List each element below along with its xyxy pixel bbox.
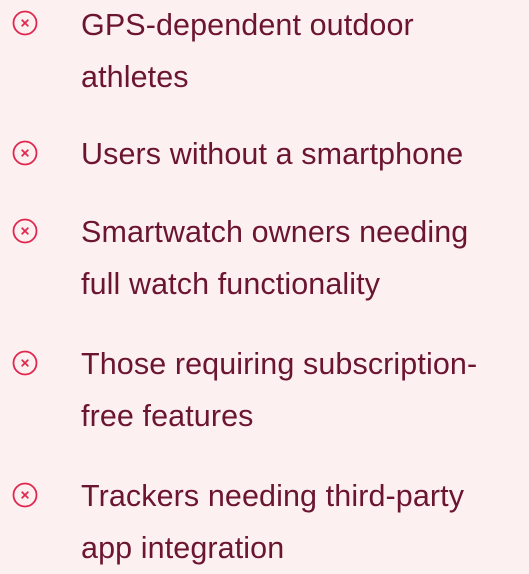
- close-circle-icon: [12, 218, 38, 244]
- list-item-text: Those requiring subscription- free featu…: [81, 347, 478, 433]
- close-circle-icon: [12, 10, 38, 36]
- list-item-text: GPS-dependent outdoor athletes: [81, 8, 414, 94]
- list-item-text: Trackers needing third-party app integra…: [81, 479, 465, 565]
- close-circle-icon: [12, 350, 38, 376]
- excluded-users-list: GPS-dependent outdoor athletes Users wit…: [0, 0, 529, 565]
- list-item-text: Users without a smartphone: [81, 137, 464, 171]
- list-item-text: Smartwatch owners needing full watch fun…: [81, 215, 469, 301]
- close-circle-icon: [12, 140, 38, 166]
- close-circle-icon: [12, 482, 38, 508]
